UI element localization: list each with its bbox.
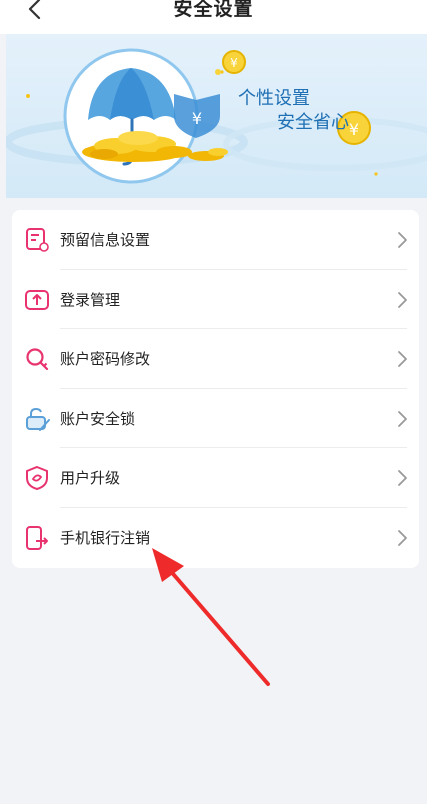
list-item-label: 登录管理 [60, 290, 121, 309]
list-item-label: 账户密码修改 [60, 350, 151, 369]
list-item-user-upgrade[interactable]: 用户升级 [12, 448, 419, 508]
list-item-label: 预留信息设置 [60, 231, 151, 249]
list-item-mobile-banking-cancel[interactable]: 手机银行注销 [12, 508, 419, 568]
chevron-right-icon [398, 291, 407, 308]
key-icon [26, 348, 49, 371]
svg-text:¥: ¥ [230, 56, 238, 70]
banner-slogan-line2: 安全省心 [277, 112, 349, 133]
list-item-label: 用户升级 [60, 469, 121, 488]
security-settings-list: 预留信息设置 登录管理 账户密码修改 账户安全锁 用户升级 手机银行注销 [12, 210, 419, 568]
page-title: 安全设置 [173, 0, 254, 20]
chevron-right-icon [398, 470, 407, 487]
upload-box-icon [25, 289, 49, 310]
lock-icon [26, 407, 50, 431]
list-item-account-lock[interactable]: 账户安全锁 [12, 389, 419, 449]
page: 安全设置 ¥ ¥ ¥ 个性设置 安全省心 预留信息设置 登录管理 账户密码修改 … [0, 0, 427, 804]
chevron-right-icon [398, 351, 407, 368]
chevron-right-icon [398, 232, 407, 248]
security-banner: ¥ ¥ ¥ 个性设置 安全省心 [6, 34, 427, 198]
list-item-reserved-info[interactable]: 预留信息设置 [12, 210, 419, 270]
nav-bar: 安全设置 [0, 0, 427, 34]
shield-icon [26, 466, 48, 491]
list-item-label: 手机银行注销 [60, 528, 151, 547]
svg-text:¥: ¥ [192, 109, 202, 128]
chevron-right-icon [398, 410, 407, 427]
banner-slogan-line1: 个性设置 [238, 88, 310, 109]
list-item-password-change[interactable]: 账户密码修改 [12, 329, 419, 389]
list-item-login-management[interactable]: 登录管理 [12, 270, 419, 330]
phone-logout-icon [26, 525, 48, 550]
svg-text:¥: ¥ [349, 120, 359, 139]
list-item-label: 账户安全锁 [60, 409, 136, 428]
umbrella-coins-shield-illustration: ¥ ¥ ¥ [6, 48, 427, 184]
document-settings-icon [26, 228, 49, 252]
chevron-right-icon [398, 530, 407, 546]
